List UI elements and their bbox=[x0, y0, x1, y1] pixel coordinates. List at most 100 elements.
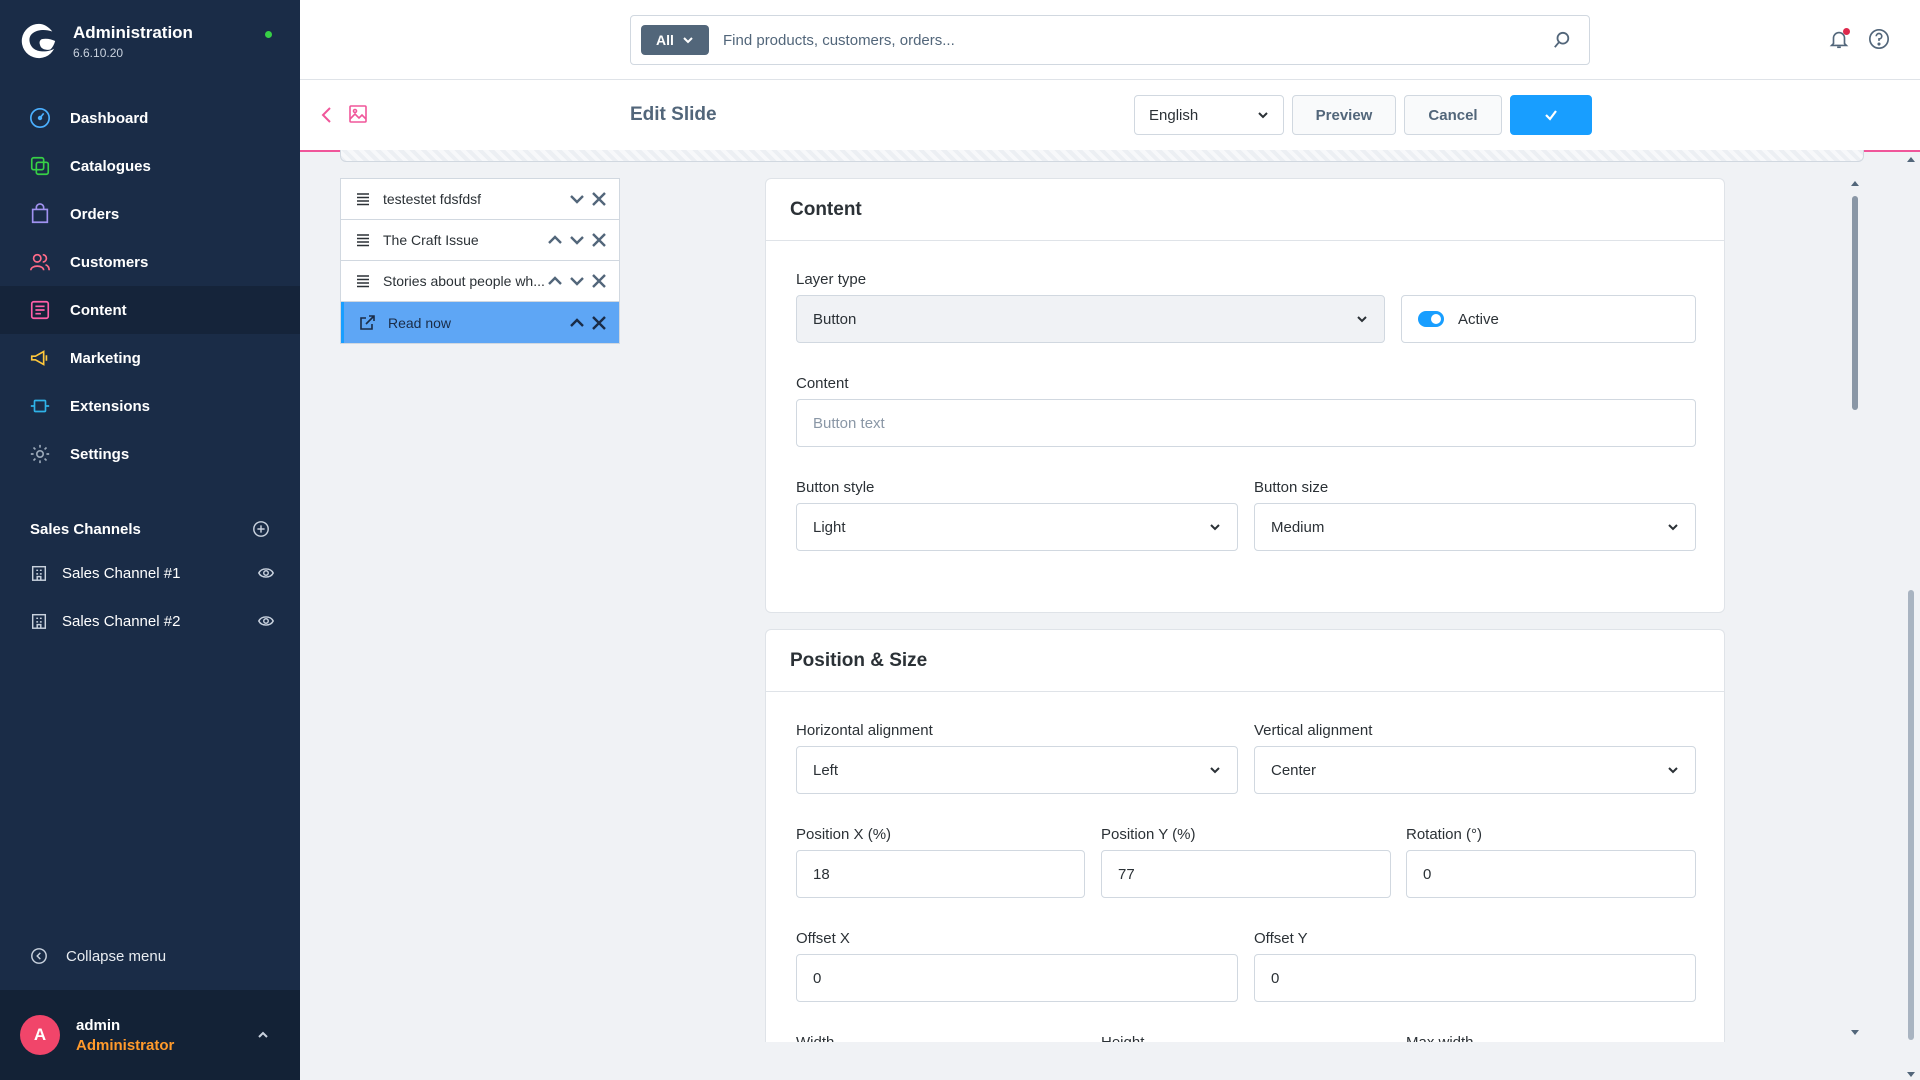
storefront-icon bbox=[31, 613, 47, 629]
user-role: Administrator bbox=[76, 1036, 175, 1054]
layer-list: testestet fdsfdsf The Craft Issue Storie… bbox=[340, 178, 620, 344]
width-label: Width bbox=[796, 1034, 834, 1042]
cancel-button[interactable]: Cancel bbox=[1404, 95, 1502, 135]
v-align-select[interactable]: Center bbox=[1254, 746, 1696, 794]
chevron-down-icon bbox=[1357, 316, 1367, 323]
v-align-value: Center bbox=[1271, 761, 1317, 779]
sales-channel-item-1[interactable]: Sales Channel #1 bbox=[30, 564, 275, 582]
h-align-value: Left bbox=[813, 761, 839, 779]
delete-icon[interactable] bbox=[589, 230, 609, 250]
sales-channel-label: Sales Channel #1 bbox=[62, 564, 181, 582]
collapse-menu-label: Collapse menu bbox=[66, 947, 167, 965]
text-icon bbox=[357, 193, 369, 206]
search-input[interactable] bbox=[723, 31, 1553, 49]
scroll-down-arrow-icon[interactable] bbox=[1904, 1070, 1918, 1080]
nav-item-extensions[interactable]: Extensions bbox=[0, 382, 300, 430]
help-icon[interactable] bbox=[1868, 28, 1890, 50]
delete-icon[interactable] bbox=[589, 271, 609, 291]
layer-type-select[interactable]: Button bbox=[796, 295, 1385, 343]
inner-scrollbar[interactable] bbox=[1848, 178, 1862, 1038]
button-text-input[interactable] bbox=[813, 414, 1679, 432]
marketing-icon bbox=[28, 346, 52, 370]
chevron-down-icon bbox=[1210, 767, 1220, 774]
chevron-down-icon bbox=[1668, 767, 1678, 774]
user-name: admin bbox=[76, 1016, 121, 1034]
pos-x-input[interactable] bbox=[813, 865, 1068, 883]
nav-item-orders[interactable]: Orders bbox=[0, 190, 300, 238]
layer-item[interactable]: testestet fdsfdsf bbox=[341, 179, 619, 220]
layer-type-label: Layer type bbox=[796, 271, 867, 288]
scroll-down-arrow-icon[interactable] bbox=[1848, 1028, 1862, 1038]
notifications-button[interactable] bbox=[1828, 28, 1850, 54]
brand[interactable]: Administration 6.6.10.20 bbox=[20, 22, 193, 60]
button-style-value: Light bbox=[813, 518, 846, 536]
h-align-select[interactable]: Left bbox=[796, 746, 1238, 794]
eye-icon[interactable] bbox=[257, 564, 275, 582]
app-version: 6.6.10.20 bbox=[73, 45, 124, 60]
offset-x-field bbox=[796, 954, 1238, 1002]
app-title: Administration bbox=[73, 22, 193, 42]
language-value: English bbox=[1149, 106, 1199, 124]
max-width-label: Max width bbox=[1406, 1034, 1474, 1042]
add-sales-channel-icon[interactable] bbox=[252, 520, 270, 538]
preview-button[interactable]: Preview bbox=[1292, 95, 1396, 135]
page-scrollbar[interactable] bbox=[1904, 150, 1918, 1080]
move-up-icon[interactable] bbox=[567, 313, 587, 333]
offset-y-input[interactable] bbox=[1271, 969, 1679, 987]
nav-label: Extensions bbox=[70, 397, 151, 415]
button-size-select[interactable]: Medium bbox=[1254, 503, 1696, 551]
nav-item-settings[interactable]: Settings bbox=[0, 430, 300, 478]
eye-icon[interactable] bbox=[257, 612, 275, 630]
main-nav: Dashboard Catalogues Orders Customers Co… bbox=[0, 94, 300, 478]
nav-item-customers[interactable]: Customers bbox=[0, 238, 300, 286]
button-size-label: Button size bbox=[1254, 479, 1329, 496]
text-icon bbox=[357, 234, 369, 247]
search-icon[interactable] bbox=[1553, 31, 1571, 49]
sales-channel-item-2[interactable]: Sales Channel #2 bbox=[30, 612, 275, 630]
chevron-left-circle-icon bbox=[31, 948, 47, 964]
save-button[interactable] bbox=[1510, 95, 1592, 135]
offset-x-label: Offset X bbox=[796, 930, 850, 947]
active-toggle[interactable] bbox=[1418, 311, 1444, 327]
orders-icon bbox=[28, 202, 52, 226]
delete-icon[interactable] bbox=[589, 189, 609, 209]
h-align-label: Horizontal alignment bbox=[796, 722, 933, 739]
move-down-icon[interactable] bbox=[567, 230, 587, 250]
scroll-up-arrow-icon[interactable] bbox=[1904, 154, 1918, 164]
button-style-select[interactable]: Light bbox=[796, 503, 1238, 551]
active-toggle-field[interactable]: Active bbox=[1401, 295, 1696, 343]
back-arrow-icon[interactable] bbox=[320, 106, 334, 124]
page-scrollbar-thumb[interactable] bbox=[1908, 590, 1914, 1040]
layer-type-value: Button bbox=[813, 310, 857, 328]
position-size-card: Position & Size Horizontal alignment Lef… bbox=[765, 629, 1725, 1042]
nav-label: Orders bbox=[70, 205, 120, 223]
nav-item-dashboard[interactable]: Dashboard bbox=[0, 94, 300, 142]
search-type-dropdown[interactable]: All bbox=[641, 25, 709, 55]
nav-item-content[interactable]: Content bbox=[0, 286, 300, 334]
nav-item-catalogues[interactable]: Catalogues bbox=[0, 142, 300, 190]
move-up-icon[interactable] bbox=[545, 271, 565, 291]
scroll-up-arrow-icon[interactable] bbox=[1848, 178, 1862, 188]
nav-item-marketing[interactable]: Marketing bbox=[0, 334, 300, 382]
delete-icon[interactable] bbox=[589, 313, 609, 333]
move-down-icon[interactable] bbox=[567, 271, 587, 291]
layer-item[interactable]: The Craft Issue bbox=[341, 220, 619, 261]
pos-y-input[interactable] bbox=[1118, 865, 1374, 883]
layer-label: The Craft Issue bbox=[383, 232, 479, 248]
button-size-value: Medium bbox=[1271, 518, 1325, 536]
move-up-icon[interactable] bbox=[545, 230, 565, 250]
content-label: Content bbox=[796, 375, 849, 392]
collapse-menu-button[interactable]: Collapse menu bbox=[30, 947, 166, 965]
inner-scrollbar-thumb[interactable] bbox=[1852, 196, 1858, 410]
rotation-input[interactable] bbox=[1423, 865, 1679, 883]
layer-label: Stories about people wh... bbox=[383, 273, 545, 289]
user-menu[interactable]: A admin Administrator bbox=[0, 990, 300, 1080]
language-select[interactable]: English bbox=[1134, 95, 1284, 135]
offset-x-input[interactable] bbox=[813, 969, 1221, 987]
layer-item-selected[interactable]: Read now bbox=[341, 302, 619, 343]
sales-channels-title: Sales Channels bbox=[30, 520, 141, 538]
chevron-up-icon[interactable] bbox=[256, 1028, 270, 1042]
settings-icon bbox=[28, 442, 52, 466]
move-down-icon[interactable] bbox=[567, 189, 587, 209]
layer-item[interactable]: Stories about people wh... bbox=[341, 261, 619, 302]
